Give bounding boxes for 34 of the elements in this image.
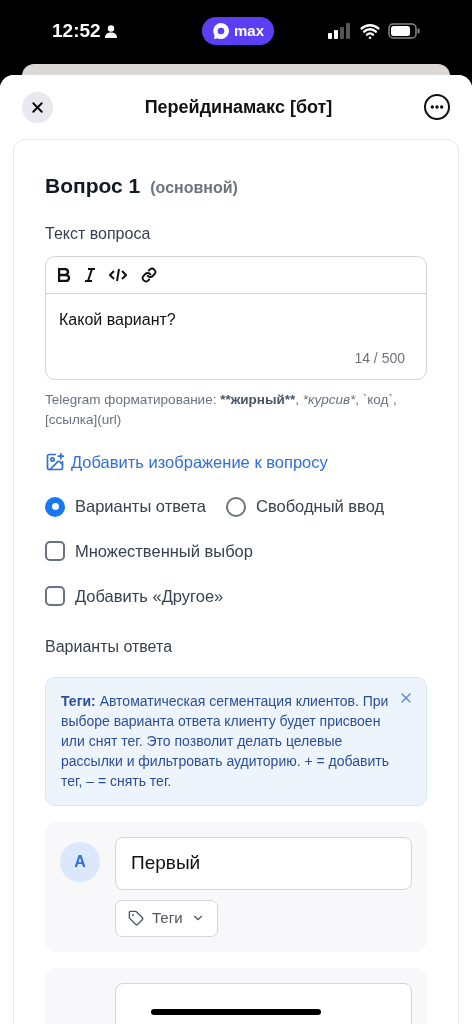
wifi-icon [360,21,380,41]
field-label: Текст вопроса [45,223,152,244]
answer-type-radio[interactable]: Свободный ввод [226,494,385,519]
bold-icon[interactable] [58,267,71,282]
code-icon[interactable] [109,267,127,282]
answer-input[interactable] [115,982,412,1024]
battery-icon [388,23,420,39]
option-checkbox[interactable]: Добавить «Другое» [45,583,427,609]
clock-time: 12:52 [52,18,101,43]
section-label: Варианты ответа [45,636,174,657]
person-icon [104,24,117,38]
char-counter: 14 / 500 [354,348,405,368]
tags-dropdown[interactable]: Теги [115,899,218,937]
more-button[interactable] [424,94,450,120]
question-text: Какой вариант? [59,309,177,330]
question-subtitle: (основной) [150,178,238,198]
question-title: Вопрос 1 [45,173,141,199]
app-pill: max [202,17,275,45]
close-button[interactable] [22,91,53,123]
link-icon[interactable] [141,266,157,283]
answer-type-radio[interactable]: Варианты ответа [45,494,206,519]
formatting-hint: Telegram форматирование: **жирный**, *курсив*, `код`, [ссылка](url) [45,390,398,429]
sheet-title: Перейдинамакс [бот] [143,95,334,119]
italic-icon[interactable] [85,267,95,282]
question-editor[interactable]: Какой вариант? 14 / 500 [45,255,427,380]
answer-input[interactable]: Первый [115,836,412,890]
tag-icon [128,910,144,926]
tip-text: Теги: Автоматическая сегментация клиентов. При выборе варианта ответа клиенту будет присвоен или снят тег. Это позволит делать целевые рассылки и фильтровать аудиторию. + = добавить тег, – = снять тег. [61,691,390,791]
option-checkbox[interactable]: Множественный выбор [45,539,427,564]
signal-icon [328,23,352,39]
add-image-link[interactable]: Добавить изображение к вопросу [45,449,328,475]
image-add-icon [45,451,65,472]
chat-bubble-icon [212,22,230,40]
letter-badge: A [60,841,100,882]
